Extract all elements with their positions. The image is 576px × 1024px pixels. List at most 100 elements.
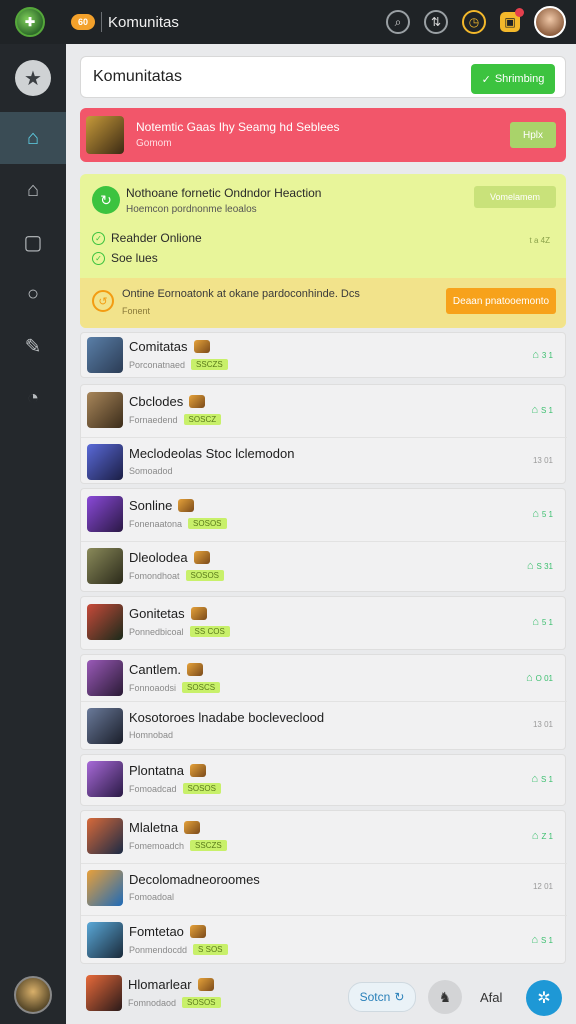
people-icon: ⌂ — [526, 672, 533, 684]
bottom-text[interactable]: Afal — [480, 990, 502, 1005]
star-icon[interactable]: ★ — [15, 60, 51, 96]
featured-banner[interactable]: Notemtic Gaas Ihy Seamg hd Seblees Gomom… — [80, 108, 566, 162]
list-item[interactable]: Dleolodea Fomondhoat SOSOS ⌂ S 31 — [81, 541, 567, 593]
notification-panel: ↻ Nothoane fornetic Ondndor Heaction Hoe… — [80, 174, 566, 328]
bottom-button-label: Sotcn — [359, 990, 391, 1004]
notification-action-button[interactable]: Vomelamem — [474, 186, 556, 208]
member-badge: S SOS — [193, 944, 228, 955]
list-item[interactable]: Cantlem. Fonnoaodsi SOSCS ⌂ O 01 — [81, 653, 567, 705]
people-icon: ⌂ — [532, 616, 539, 628]
search-icon[interactable]: ⌕ — [386, 10, 410, 34]
wrench-icon: ✎ — [24, 335, 42, 358]
list-item[interactable]: Kosotoroes lnadabe bocleveclood Homnobad 1… — [81, 701, 567, 753]
people-icon: ⌂ — [531, 934, 538, 946]
community-thumbnail — [87, 496, 123, 532]
member-count: ⌂ Z 1 — [532, 830, 553, 842]
home-icon: ⌂ — [26, 126, 40, 149]
user-avatar[interactable] — [534, 6, 566, 38]
list-item[interactable]: Gonitetas Ponnedbicoal SS COS ⌂ 5 1 — [81, 597, 567, 649]
game-icon — [178, 499, 195, 512]
profile-avatar[interactable] — [14, 976, 52, 1014]
game-icon — [187, 663, 204, 676]
community-meta: Ponmendocdd S SOS — [129, 944, 228, 955]
list-item[interactable]: Comitatas Porconatnaed SSCZS ⌂ 3 1 — [81, 330, 567, 382]
community-thumbnail — [87, 708, 123, 744]
shop-icon[interactable]: ▣ — [500, 8, 524, 32]
sidebar-item-chat[interactable]: ▢ — [0, 216, 66, 268]
community-name-label: Comitatas — [129, 339, 188, 354]
community-meta-label: Fomnodaod — [128, 997, 177, 1008]
notification-item[interactable]: ✓ Soe lues — [92, 251, 158, 265]
create-button-label: Shrimbing — [494, 73, 545, 85]
banner-title: Notemtic Gaas Ihy Seamg hd Seblees — [136, 120, 340, 134]
sidebar-item-house[interactable]: ⌂ — [0, 164, 66, 216]
game-icon — [189, 764, 206, 777]
list-item[interactable]: Cbclodes Fornaedend SOSCZ ⌂ S 1 — [81, 385, 567, 437]
community-thumbnail — [87, 660, 123, 696]
check-icon: ✓ — [481, 73, 491, 86]
community-meta-label: Somoadod — [129, 466, 173, 476]
list-item[interactable]: Fomtetao Ponmendocdd S SOS ⌂ S 1 — [81, 915, 567, 967]
sidebar-item-tools[interactable]: ✎ — [0, 320, 66, 372]
sort-icon[interactable]: ⇅ — [424, 10, 448, 34]
community-meta-label: Fomemoadch — [129, 840, 185, 851]
community-name: Cantlem. — [129, 662, 204, 677]
community-meta: Fomnodaod SOSOS — [128, 997, 221, 1008]
game-icon — [193, 340, 210, 353]
community-meta: Somoadod — [129, 466, 173, 476]
community-meta: Fomemoadch SSCZS — [129, 840, 227, 851]
community-meta-label: Fonenaatona — [129, 518, 183, 529]
community-name-label: Kosotoroes lnadabe bocleveclood — [129, 710, 325, 725]
member-count-label: S 1 — [540, 774, 553, 784]
member-count: 12 01 — [533, 882, 553, 891]
sidebar-item-community[interactable]: ⌂ — [0, 112, 66, 164]
inner-title: Ontine Eornoatonk at okane pardoconhinde… — [122, 288, 360, 300]
member-count: ⌂ 5 1 — [532, 616, 553, 628]
community-name-label: Plontatna — [129, 763, 184, 778]
member-count-label: 13 01 — [532, 720, 553, 729]
community-name: Dleolodea — [129, 550, 210, 565]
sidebar-item-circle[interactable]: ○ — [0, 268, 66, 320]
banner-action-button[interactable]: Hplx — [510, 122, 556, 148]
app-logo-icon[interactable]: ✚ — [15, 7, 45, 37]
people-icon: ⌂ — [531, 830, 539, 842]
sidebar: ★ ⌂ ⌂ ▢ ○ ✎ ◔ — [0, 44, 66, 1024]
list-item[interactable]: Mlaletna Fomemoadch SSCZS ⌂ Z 1 — [81, 811, 567, 863]
community-name-label: Dleolodea — [129, 550, 188, 565]
notification-item[interactable]: ✓ Reahder Onlione — [92, 231, 202, 245]
compose-fab[interactable]: ✲ — [526, 980, 562, 1016]
circle-icon: ○ — [26, 282, 40, 305]
community-meta: Fomondhoat SOSOS — [129, 570, 224, 581]
community-name: Sonline — [129, 498, 195, 513]
member-count: ⌂ 3 1 — [532, 349, 553, 361]
community-meta: Fonnoaodsi SOSCS — [129, 682, 221, 693]
people-icon: ⌂ — [531, 404, 538, 416]
community-meta-label: Fomoadoal — [129, 892, 175, 902]
member-badge: SSCZS — [191, 359, 228, 370]
list-item[interactable]: Meclodeolas Stoc lclemodon Somoadod 13 01 — [81, 437, 567, 489]
create-button[interactable]: ✓ Shrimbing — [471, 64, 555, 94]
list-item[interactable]: Plontatna Fomoadcad SOSOS ⌂ S 1 — [81, 754, 567, 806]
community-name-label: Gonitetas — [129, 606, 185, 621]
chat-icon: ▢ — [23, 231, 43, 254]
list-item[interactable]: Hlomarlear Fomnodaod SOSOS — [80, 968, 340, 1020]
inner-action-button[interactable]: Deaan pnatooemonto — [446, 288, 556, 314]
community-thumbnail — [87, 870, 123, 906]
clock-icon[interactable]: ◷ — [462, 10, 486, 34]
list-item[interactable]: Sonline Fonenaatona SOSOS ⌂ 5 1 — [81, 489, 567, 541]
community-thumbnail — [87, 761, 123, 797]
member-count-label: 3 1 — [541, 350, 553, 360]
community-thumbnail — [87, 604, 123, 640]
community-name: Fomtetao — [129, 924, 206, 939]
game-icon — [190, 607, 207, 620]
member-count: ⌂ S 1 — [531, 773, 553, 785]
top-icons: ⌕ ⇅ ◷ ▣ — [386, 6, 566, 38]
list-card: Comitatas Porconatnaed SSCZS ⌂ 3 1 — [80, 332, 566, 378]
community-meta-label: Fomoadcad — [129, 783, 177, 794]
bottom-action-button[interactable]: Sotcn ↻ — [348, 982, 416, 1012]
user-icon[interactable]: ♞ — [428, 980, 462, 1014]
check-circle-icon: ✓ — [92, 231, 105, 245]
community-name: Decolomadneoroomes — [129, 872, 260, 887]
sidebar-item-messages[interactable]: ◔ — [0, 372, 66, 424]
list-item[interactable]: Decolomadneoroomes Fomoadoal 12 01 — [81, 863, 567, 915]
